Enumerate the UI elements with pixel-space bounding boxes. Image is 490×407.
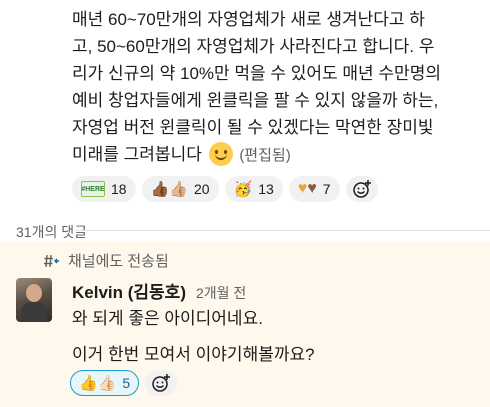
thread-divider — [74, 230, 490, 231]
thumbs-up-icon: 👍👍🏻 — [79, 374, 117, 392]
reply-message: 채널에도 전송됨 Kelvin (김동호) 2개월 전 와 되게 좋은 아이디어… — [0, 242, 490, 407]
message-text: 매년 60~70만개의 자영업체가 새로 생겨난다고 하 고, 50~60만개의… — [72, 10, 441, 164]
reply-count-label: 31개의 댓글 — [16, 224, 87, 240]
reaction-count: 5 — [122, 375, 131, 391]
heart-hands-icon: ♥ ♥ — [297, 180, 317, 197]
hashtag-sticker-icon: #HERE — [81, 181, 105, 197]
reaction-count: 7 — [322, 181, 331, 197]
reaction-count: 13 — [258, 181, 274, 197]
reaction-heart-hands[interactable]: ♥ ♥ 7 — [288, 176, 340, 202]
sent-to-channel-row: 채널에도 전송됨 — [44, 250, 169, 271]
add-reaction-button[interactable] — [145, 370, 178, 396]
reply-header: Kelvin (김동호) 2개월 전 — [72, 278, 246, 303]
thumbs-up-skin-tones-icon: 👍🏾👍🏼 — [150, 180, 188, 198]
reaction-thumbs-up[interactable]: 👍👍🏻 5 — [70, 370, 140, 396]
reply-text-line-2: 이거 한번 모여서 이야기해볼까요? — [72, 345, 315, 364]
reaction-thumbs-up[interactable]: 👍🏾👍🏼 20 — [141, 176, 219, 202]
add-emoji-icon — [352, 180, 371, 198]
smiley-face-icon — [208, 142, 233, 166]
reaction-hashtag[interactable]: #HERE 18 — [72, 176, 136, 202]
reply-text-line-1: 와 되게 좋은 아이디어네요. — [72, 309, 263, 328]
reaction-count: 18 — [111, 181, 127, 197]
channel-hash-arrow-icon — [44, 254, 59, 267]
reaction-party-face[interactable]: 🥳 13 — [224, 176, 283, 202]
timestamp[interactable]: 2개월 전 — [196, 283, 246, 303]
party-face-icon: 🥳 — [233, 180, 253, 198]
add-reaction-button[interactable] — [345, 176, 378, 202]
reply-reactions: 👍👍🏻 5 — [70, 370, 178, 396]
avatar[interactable] — [16, 278, 52, 322]
message-reactions: #HERE 18 👍🏾👍🏼 20 🥳 13 ♥ ♥ 7 — [72, 176, 378, 202]
author-name[interactable]: Kelvin (김동호) — [72, 278, 186, 303]
reaction-count: 20 — [193, 181, 210, 197]
edited-label: (편집됨) — [239, 147, 291, 164]
sent-to-channel-label: 채널에도 전송됨 — [68, 253, 169, 270]
add-emoji-icon — [152, 374, 171, 392]
